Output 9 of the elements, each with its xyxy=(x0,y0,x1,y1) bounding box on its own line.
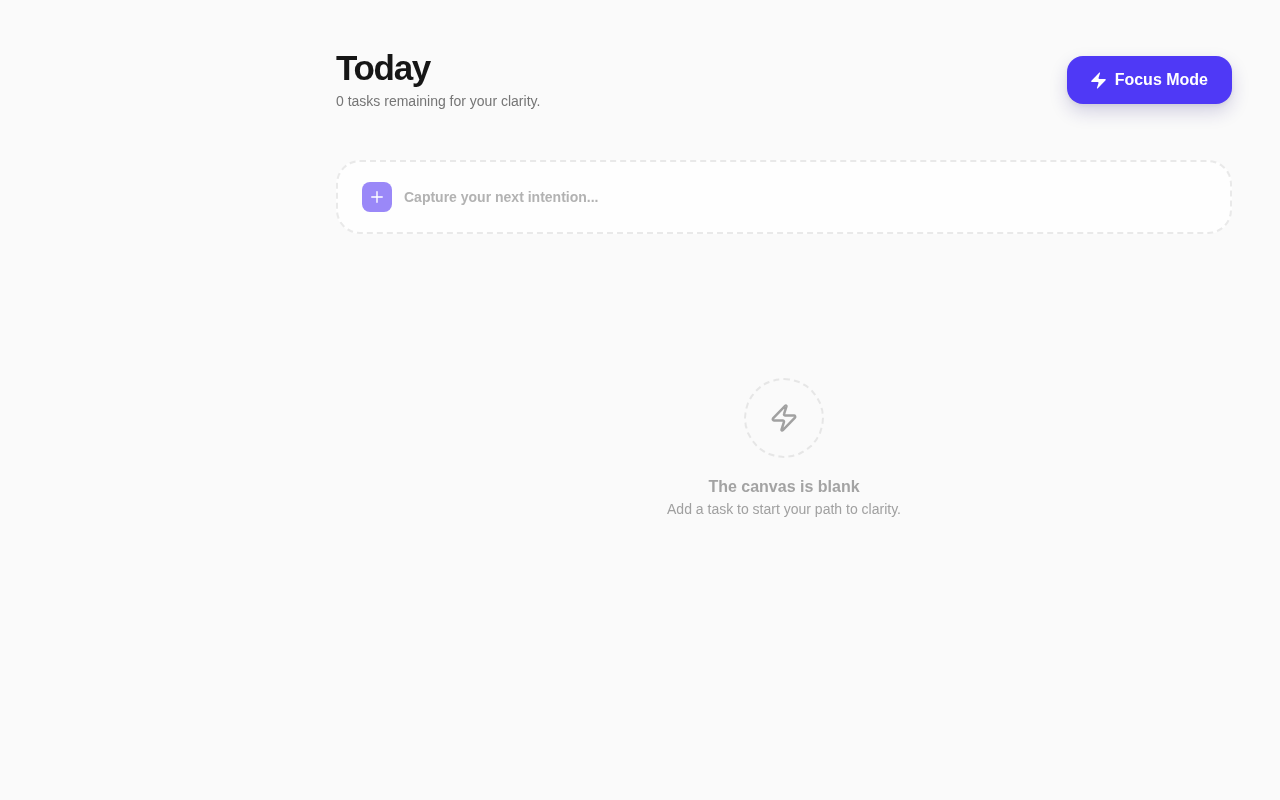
lightning-bolt-icon xyxy=(1090,71,1106,89)
page-subtitle: 0 tasks remaining for your clarity. xyxy=(336,92,541,110)
empty-state-title: The canvas is blank xyxy=(708,478,860,496)
page-title: Today xyxy=(336,48,430,88)
plus-icon xyxy=(362,182,392,212)
empty-state-message: Add a task to start your path to clarity. xyxy=(667,500,901,518)
task-input-field[interactable]: Capture your next intention... xyxy=(404,189,1206,205)
focus-mode-button[interactable]: Focus Mode xyxy=(1066,56,1232,104)
lightning-bolt-icon xyxy=(744,378,824,458)
